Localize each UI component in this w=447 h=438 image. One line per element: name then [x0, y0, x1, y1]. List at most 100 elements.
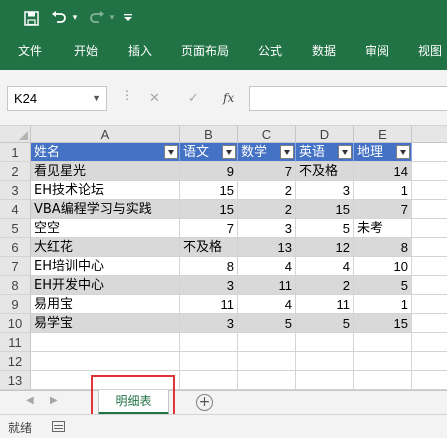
table-cell[interactable]: 看见星光: [31, 162, 180, 181]
empty-cell[interactable]: [180, 352, 238, 371]
name-box[interactable]: K24 ▼: [7, 86, 107, 111]
table-cell[interactable]: 不及格: [180, 238, 238, 257]
next-sheet-icon[interactable]: ▶: [50, 395, 58, 406]
table-cell[interactable]: 11: [238, 276, 296, 295]
row-header[interactable]: 3: [0, 181, 31, 200]
empty-cell[interactable]: [412, 333, 447, 352]
tab-home[interactable]: 开始: [74, 36, 98, 70]
redo-icon[interactable]: [86, 0, 108, 36]
table-cell[interactable]: 3: [180, 314, 238, 333]
table-cell[interactable]: 5: [354, 276, 412, 295]
table-cell[interactable]: 3: [238, 219, 296, 238]
cancel-icon[interactable]: ✕: [149, 86, 160, 111]
formula-input[interactable]: [249, 86, 447, 111]
table-cell[interactable]: 5: [296, 219, 354, 238]
tab-data[interactable]: 数据: [312, 36, 336, 70]
table-cell[interactable]: 15: [180, 200, 238, 219]
worksheet-grid[interactable]: A B C D E 1 姓名 语文 数学 英语 地理 2 看见星光 9 7 不及格 14 3 EH技术论坛…: [0, 126, 447, 390]
tab-formulas[interactable]: 公式: [258, 36, 282, 70]
row-header[interactable]: 1: [0, 143, 31, 162]
row-header[interactable]: 2: [0, 162, 31, 181]
row-header[interactable]: 11: [0, 333, 31, 352]
table-header-cell[interactable]: 语文: [180, 143, 238, 162]
table-cell[interactable]: 7: [180, 219, 238, 238]
insert-function-icon[interactable]: fx: [223, 86, 234, 111]
filter-dropdown-icon[interactable]: [338, 145, 352, 159]
table-cell[interactable]: 3: [180, 276, 238, 295]
table-cell[interactable]: 2: [238, 200, 296, 219]
table-cell[interactable]: 1: [354, 295, 412, 314]
column-header-c[interactable]: C: [238, 126, 296, 143]
table-cell[interactable]: 7: [238, 162, 296, 181]
empty-cell[interactable]: [412, 257, 447, 276]
tab-view[interactable]: 视图: [418, 36, 442, 70]
tab-page-layout[interactable]: 页面布局: [181, 36, 229, 70]
add-sheet-icon[interactable]: +: [196, 394, 213, 411]
empty-cell[interactable]: [238, 371, 296, 390]
empty-cell[interactable]: [354, 371, 412, 390]
redo-dropdown-icon[interactable]: ▾: [107, 0, 117, 36]
table-cell[interactable]: 不及格: [296, 162, 354, 181]
macro-recording-icon[interactable]: [52, 421, 65, 432]
empty-cell[interactable]: [412, 314, 447, 333]
row-header[interactable]: 8: [0, 276, 31, 295]
table-cell[interactable]: EH培训中心: [31, 257, 180, 276]
table-cell[interactable]: 2: [296, 276, 354, 295]
table-cell[interactable]: 易用宝: [31, 295, 180, 314]
empty-cell[interactable]: [412, 276, 447, 295]
table-cell[interactable]: 4: [238, 257, 296, 276]
chevron-down-icon[interactable]: ▼: [92, 87, 101, 110]
table-cell[interactable]: 11: [180, 295, 238, 314]
column-header-d[interactable]: D: [296, 126, 354, 143]
empty-cell[interactable]: [412, 162, 447, 181]
empty-cell[interactable]: [180, 371, 238, 390]
select-all-button[interactable]: [0, 126, 31, 143]
table-cell[interactable]: 8: [354, 238, 412, 257]
table-cell[interactable]: 12: [296, 238, 354, 257]
table-cell[interactable]: 15: [354, 314, 412, 333]
row-header[interactable]: 12: [0, 352, 31, 371]
empty-cell[interactable]: [412, 371, 447, 390]
save-icon[interactable]: [20, 0, 42, 36]
table-cell[interactable]: 15: [180, 181, 238, 200]
table-header-cell[interactable]: 地理: [354, 143, 412, 162]
column-header-e[interactable]: E: [354, 126, 412, 143]
table-cell[interactable]: EH技术论坛: [31, 181, 180, 200]
table-cell[interactable]: 4: [238, 295, 296, 314]
row-header[interactable]: 6: [0, 238, 31, 257]
table-cell[interactable]: VBA编程学习与实践: [31, 200, 180, 219]
filter-dropdown-icon[interactable]: [164, 145, 178, 159]
row-header[interactable]: 5: [0, 219, 31, 238]
empty-cell[interactable]: [412, 181, 447, 200]
table-cell[interactable]: 11: [296, 295, 354, 314]
table-header-cell[interactable]: 姓名: [31, 143, 180, 162]
table-cell[interactable]: 5: [238, 314, 296, 333]
table-header-cell[interactable]: 英语: [296, 143, 354, 162]
resize-handle-icon[interactable]: ⋮: [121, 88, 133, 102]
table-cell[interactable]: 8: [180, 257, 238, 276]
table-header-cell[interactable]: 数学: [238, 143, 296, 162]
tab-insert[interactable]: 插入: [128, 36, 152, 70]
empty-cell[interactable]: [296, 371, 354, 390]
empty-cell[interactable]: [238, 333, 296, 352]
tab-review[interactable]: 审阅: [365, 36, 389, 70]
filter-dropdown-icon[interactable]: [280, 145, 294, 159]
previous-sheet-icon[interactable]: ◀: [26, 395, 34, 406]
empty-cell[interactable]: [412, 238, 447, 257]
empty-cell[interactable]: [354, 333, 412, 352]
row-header[interactable]: 9: [0, 295, 31, 314]
table-cell[interactable]: 5: [296, 314, 354, 333]
empty-cell[interactable]: [412, 295, 447, 314]
table-cell[interactable]: 10: [354, 257, 412, 276]
table-cell[interactable]: 7: [354, 200, 412, 219]
table-cell[interactable]: 未考: [354, 219, 412, 238]
table-cell[interactable]: EH开发中心: [31, 276, 180, 295]
empty-cell[interactable]: [31, 352, 180, 371]
filter-dropdown-icon[interactable]: [222, 145, 236, 159]
empty-cell[interactable]: [296, 352, 354, 371]
undo-dropdown-icon[interactable]: ▾: [70, 0, 80, 36]
customize-toolbar-icon[interactable]: [121, 0, 135, 36]
table-cell[interactable]: 3: [296, 181, 354, 200]
row-header[interactable]: 13: [0, 371, 31, 390]
table-cell[interactable]: 易学宝: [31, 314, 180, 333]
